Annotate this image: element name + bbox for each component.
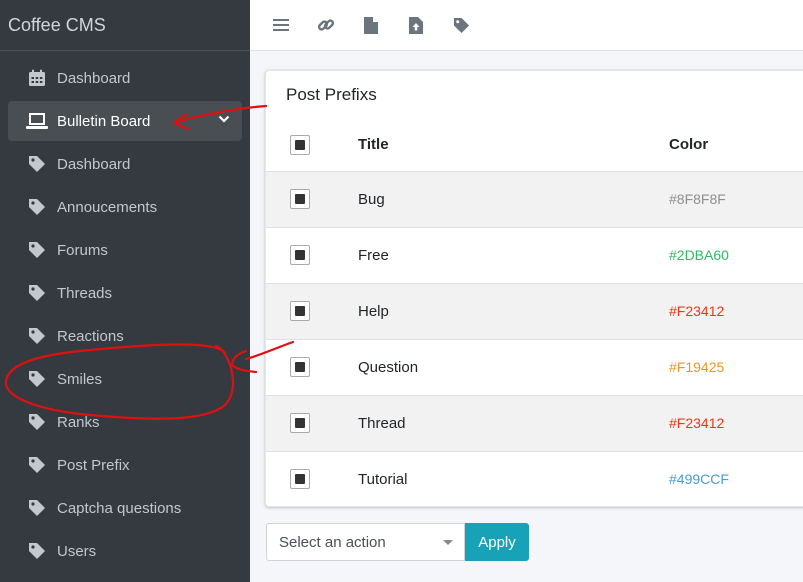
card-title: Post Prefixs	[286, 85, 377, 104]
row-checkbox[interactable]	[290, 469, 310, 490]
sidebar-item-label: Dashboard	[57, 155, 131, 173]
post-prefix-table: Title Color Bug #8F8F8F Free #2DBA60 Hel…	[266, 119, 803, 507]
table-row[interactable]: Question #F19425	[266, 338, 803, 395]
sidebar-item-ranks[interactable]: Ranks	[8, 402, 242, 442]
sidebar-item-label: Threads	[57, 284, 113, 302]
tag-icon	[26, 196, 48, 218]
sidebar-item-users[interactable]: Users	[8, 531, 242, 571]
sidebar-item-dashboard[interactable]: Dashboard	[8, 58, 242, 98]
file-upload-icon[interactable]	[407, 16, 425, 34]
row-title: Free	[358, 226, 669, 283]
row-color: #8F8F8F	[669, 170, 803, 227]
table-row[interactable]: Bug #8F8F8F	[266, 170, 803, 227]
row-checkbox[interactable]	[290, 413, 310, 433]
post-prefixes-card: Post Prefixs Title Color Bug #8F8F8F Fre…	[265, 70, 803, 507]
row-check-cell	[266, 226, 358, 283]
select-all-cell	[266, 119, 358, 171]
tag-icon	[26, 540, 48, 562]
menu-icon[interactable]	[272, 16, 290, 34]
row-check-cell	[266, 282, 358, 339]
sidebar-item-label: Ranks	[57, 413, 100, 431]
row-checkbox[interactable]	[290, 357, 310, 377]
row-check-cell	[266, 170, 358, 227]
row-check-cell	[266, 338, 358, 395]
row-color: #499CCF	[669, 450, 803, 507]
link-icon[interactable]	[317, 16, 335, 34]
tag-icon	[26, 497, 48, 519]
table-header-row: Title Color	[266, 119, 803, 171]
sidebar-nav: Dashboard Bulletin Board Dashboard Annou…	[0, 51, 250, 571]
row-checkbox[interactable]	[290, 245, 310, 265]
row-title: Bug	[358, 170, 669, 227]
sidebar-item-label: Users	[57, 542, 97, 560]
sidebar-item-label: Post Prefix	[57, 456, 130, 474]
tag-icon[interactable]	[452, 16, 470, 34]
table-row[interactable]: Free #2DBA60	[266, 226, 803, 283]
table-row[interactable]: Help #F23412	[266, 282, 803, 339]
row-checkbox[interactable]	[290, 189, 310, 209]
sidebar-item-post-prefix[interactable]: Post Prefix	[8, 445, 242, 485]
apply-button[interactable]: Apply	[465, 523, 529, 561]
sidebar-item-reactions[interactable]: Reactions	[8, 316, 242, 356]
tag-icon	[26, 454, 48, 476]
tag-icon	[26, 411, 48, 433]
column-header-title[interactable]: Title	[358, 119, 669, 171]
calendar-icon	[26, 67, 48, 89]
chevron-down-icon[interactable]	[218, 112, 230, 129]
row-color: #F23412	[669, 282, 803, 339]
row-color: #F23412	[669, 394, 803, 451]
tag-icon	[26, 239, 48, 261]
sidebar-item-bb-dashboard[interactable]: Dashboard	[8, 144, 242, 184]
sidebar-item-label: Smiles	[57, 370, 103, 388]
row-title: Thread	[358, 394, 669, 451]
row-color: #F19425	[669, 338, 803, 395]
select-all-checkbox[interactable]	[290, 134, 310, 155]
tag-icon	[26, 325, 48, 347]
tag-icon	[26, 282, 48, 304]
sidebar-item-label: Dashboard	[57, 69, 131, 87]
laptop-icon	[26, 110, 48, 132]
sidebar: Coffee CMS Dashboard Bulletin Board Dash…	[0, 0, 250, 582]
table-row[interactable]: Thread #F23412	[266, 394, 803, 451]
sidebar-item-forums[interactable]: Forums	[8, 230, 242, 270]
sidebar-item-label: Forums	[57, 241, 108, 259]
sidebar-item-label: Bulletin Board	[57, 112, 151, 130]
row-title: Question	[358, 338, 669, 395]
sidebar-item-label: Reactions	[57, 327, 124, 345]
row-check-cell	[266, 450, 358, 507]
row-color: #2DBA60	[669, 226, 803, 283]
tag-icon	[26, 153, 48, 175]
sidebar-item-announcements[interactable]: Annoucements	[8, 187, 242, 227]
tag-icon	[26, 368, 48, 390]
sidebar-item-label: Captcha questions	[57, 499, 182, 517]
sidebar-item-smiles[interactable]: Smiles	[8, 359, 242, 399]
column-header-color[interactable]: Color	[669, 119, 803, 171]
bulk-action-select[interactable]: Select an action	[266, 523, 465, 561]
top-navbar	[250, 0, 803, 51]
row-checkbox[interactable]	[290, 301, 310, 321]
row-check-cell	[266, 394, 358, 451]
row-title: Tutorial	[358, 450, 669, 507]
table-row[interactable]: Tutorial #499CCF	[266, 450, 803, 507]
bulk-action-selected-value: Select an action	[279, 533, 386, 551]
caret-down-icon	[443, 540, 453, 545]
brand-name: Coffee CMS	[8, 14, 106, 35]
sidebar-item-captcha-questions[interactable]: Captcha questions	[8, 488, 242, 528]
sidebar-item-threads[interactable]: Threads	[8, 273, 242, 313]
sidebar-item-label: Annoucements	[57, 198, 158, 216]
file-icon[interactable]	[362, 16, 380, 34]
sidebar-item-bulletin-board[interactable]: Bulletin Board	[8, 101, 242, 141]
row-title: Help	[358, 282, 669, 339]
brand[interactable]: Coffee CMS	[0, 0, 250, 51]
